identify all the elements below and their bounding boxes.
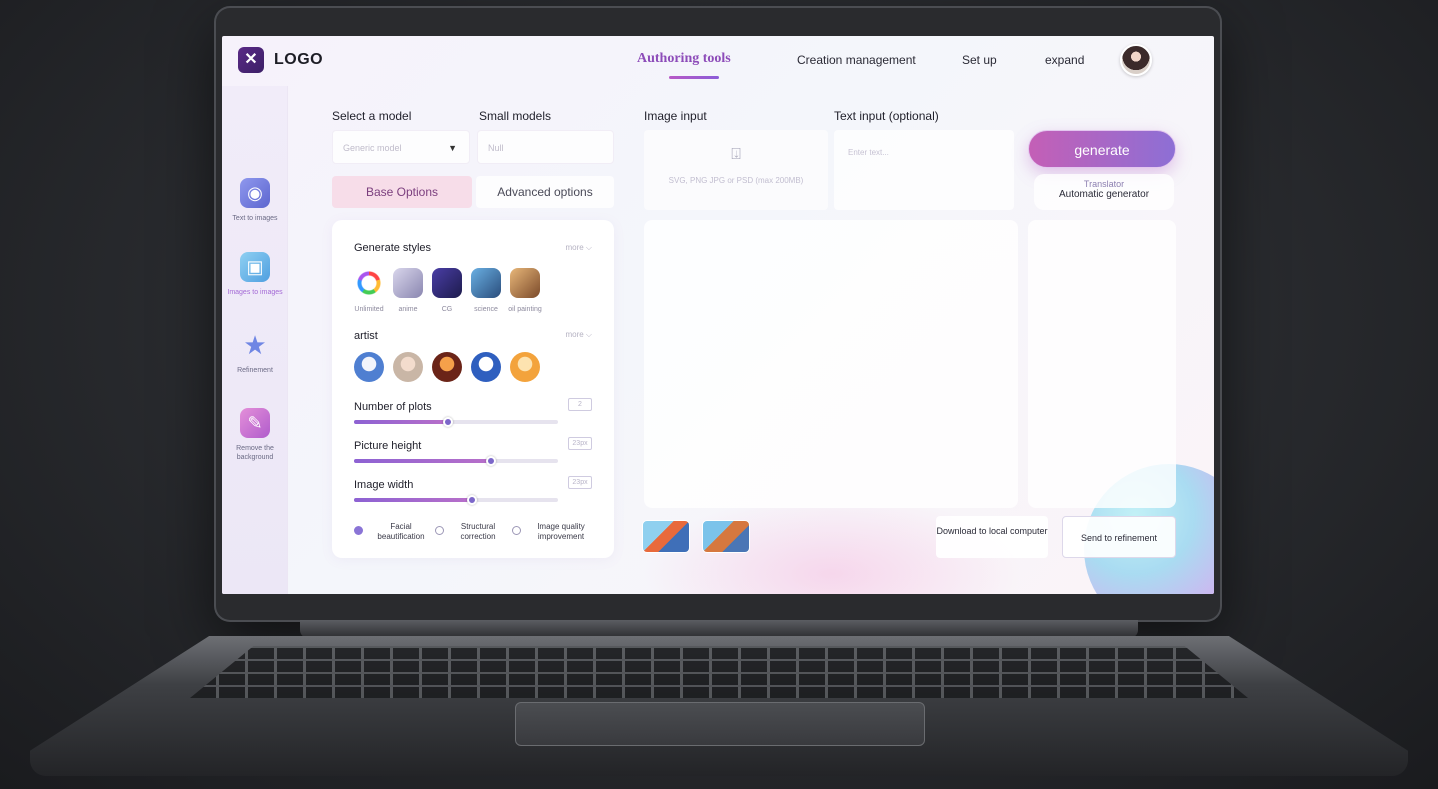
styles-more-link[interactable]: more ⌵ <box>565 243 592 253</box>
top-header: ✕ LOGO Authoring tools Creation manageme… <box>222 36 1214 86</box>
result-thumbnail-2[interactable] <box>702 520 750 553</box>
width-slider-handle[interactable] <box>467 495 478 505</box>
model-select[interactable]: Generic model ▼ <box>332 130 470 164</box>
result-canvas[interactable] <box>644 220 1018 508</box>
model-select-value: Generic model <box>343 143 402 153</box>
tab-base-options[interactable]: Base Options <box>332 176 472 208</box>
artist-more-link[interactable]: more ⌵ <box>565 330 592 340</box>
download-button[interactable]: Download to local computer <box>936 516 1048 558</box>
image-upload-dropzone[interactable]: ⍗ SVG, PNG JPG or PSD (max 200MB) <box>644 130 828 210</box>
width-slider-fill <box>354 498 473 502</box>
nav-expand[interactable]: expand <box>1045 53 1084 67</box>
option-facial-beautification[interactable]: Facial beautification <box>354 522 432 542</box>
logo-text: LOGO <box>274 51 324 68</box>
height-label: Picture height <box>354 440 422 452</box>
option-structural-correction[interactable]: Structural correction <box>435 522 505 542</box>
picture-icon: ▣ <box>240 252 270 282</box>
radio-structural[interactable] <box>435 526 444 535</box>
artist-title: artist <box>354 330 378 342</box>
caret-down-icon: ▼ <box>448 143 457 153</box>
upload-icon: ⍗ <box>731 146 741 163</box>
oil-painting-thumb <box>510 268 540 298</box>
anime-thumb <box>393 268 423 298</box>
style-unlimited[interactable]: Unlimited <box>354 268 384 313</box>
laptop-hinge <box>300 620 1138 638</box>
upload-hint: SVG, PNG JPG or PSD (max 200MB) <box>668 176 804 185</box>
laptop-keyboard <box>190 646 1248 698</box>
nav-set-up[interactable]: Set up <box>962 53 997 67</box>
translator-toggle[interactable]: Translator Automatic generator <box>1034 174 1174 210</box>
nav-creation-management[interactable]: Creation management <box>797 53 916 67</box>
height-slider-fill <box>354 459 491 463</box>
artist-avatar-5[interactable] <box>510 352 540 382</box>
width-value[interactable]: 23px <box>568 476 592 489</box>
height-slider-handle[interactable] <box>485 456 496 466</box>
plots-label: Number of plots <box>354 401 432 413</box>
artist-avatar-2[interactable] <box>393 352 423 382</box>
generate-styles-title: Generate styles <box>354 242 432 254</box>
nav-active-underline <box>669 76 719 79</box>
small-model-input[interactable]: Null <box>477 130 614 164</box>
color-wheel-icon <box>354 268 384 298</box>
radio-image-quality[interactable] <box>512 526 521 535</box>
artist-avatar-3[interactable] <box>432 352 462 382</box>
plots-value[interactable]: 2 <box>568 398 592 411</box>
star-icon: ★ <box>243 330 267 360</box>
left-rail: ◉ Text to images ▣ Images to images ★ Re… <box>222 86 288 594</box>
send-to-refinement-button[interactable]: Send to refinement <box>1062 516 1176 558</box>
style-oil-painting[interactable]: oil painting <box>508 268 542 313</box>
laptop-trackpad <box>515 702 925 746</box>
width-label: Image width <box>354 479 414 491</box>
rail-item-images-to-images[interactable]: ▣ Images to images <box>222 252 288 297</box>
rail-item-remove-background[interactable]: ✎ Remove the background <box>222 408 288 462</box>
plots-slider-fill <box>354 420 448 424</box>
tab-advanced-options[interactable]: Advanced options <box>476 176 614 208</box>
logo-icon: ✕ <box>238 47 264 73</box>
artist-avatar-4[interactable] <box>471 352 501 382</box>
height-slider[interactable] <box>354 456 558 466</box>
cg-thumb <box>432 268 462 298</box>
app-screen: ✕ LOGO Authoring tools Creation manageme… <box>222 36 1214 594</box>
style-cg[interactable]: CG <box>432 268 462 313</box>
nav-authoring-tools[interactable]: Authoring tools <box>637 51 731 67</box>
generate-button[interactable]: generate <box>1028 130 1176 168</box>
small-models-label: Small models <box>479 109 552 123</box>
preview-panel <box>1028 220 1176 508</box>
base-options-panel: Generate styles more ⌵ Unlimited anime C… <box>332 220 614 558</box>
artist-avatar-1[interactable] <box>354 352 384 382</box>
result-thumbnail-1[interactable] <box>642 520 690 553</box>
science-thumb <box>471 268 501 298</box>
rail-item-refinement[interactable]: ★ Refinement <box>222 330 288 375</box>
height-value[interactable]: 23px <box>568 437 592 450</box>
rail-item-text-to-images[interactable]: ◉ Text to images <box>222 178 288 223</box>
plots-slider[interactable] <box>354 417 558 427</box>
plots-slider-handle[interactable] <box>442 417 453 427</box>
style-anime[interactable]: anime <box>393 268 423 313</box>
option-image-quality[interactable]: Image quality improvement <box>512 522 594 542</box>
image-input-label: Image input <box>644 109 707 123</box>
radio-facial[interactable] <box>354 526 363 535</box>
style-science[interactable]: science <box>471 268 501 313</box>
chat-robot-icon: ◉ <box>240 178 270 208</box>
eraser-icon: ✎ <box>240 408 270 438</box>
text-input[interactable]: Enter text... <box>834 130 1014 210</box>
width-slider[interactable] <box>354 495 558 505</box>
text-input-label: Text input (optional) <box>834 109 939 123</box>
select-model-label: Select a model <box>332 109 412 123</box>
user-avatar[interactable] <box>1120 44 1152 76</box>
